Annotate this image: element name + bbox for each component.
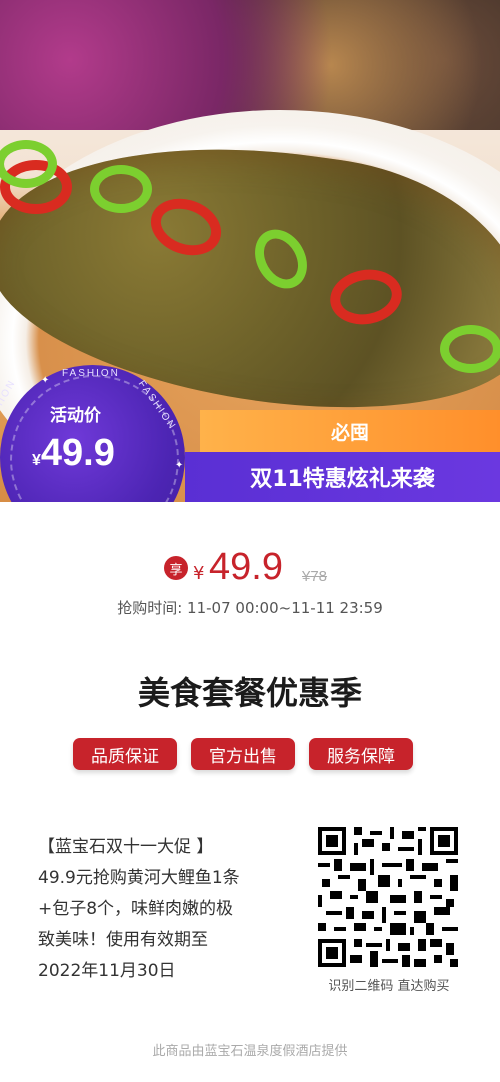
description-line: 49.9元抢购黄河大鲤鱼1条 (38, 868, 240, 888)
qr-caption: 识别二维码 直达购买 (328, 979, 450, 994)
product-description: 【蓝宝石双十一大促 】 49.9元抢购黄河大鲤鱼1条 +包子8个，味鲜肉嫩的极 … (38, 832, 288, 987)
badge-price-value: 49.9 (40, 432, 115, 474)
sale-time: 抢购时间: 11-07 00:00~11-11 23:59 (117, 599, 383, 617)
promo-banner-main: 双11特惠炫礼来袭 (185, 452, 500, 502)
qr-code[interactable] (318, 827, 458, 967)
green-pepper-ring (440, 325, 500, 373)
badge-label: 活动价 (50, 406, 101, 426)
sparkle-icon: ✦ (175, 460, 184, 471)
tag-service: 服务保障 (309, 738, 413, 770)
promo-banner-top-text: 必囤 (330, 421, 369, 444)
page-title: 美食套餐优惠季 (137, 674, 362, 712)
badge-currency: ¥ (32, 452, 41, 469)
tag-quality: 品质保证 (73, 738, 177, 770)
footer-provider: 此商品由蓝宝石温泉度假酒店提供 (152, 1044, 348, 1059)
tag-official: 官方出售 (191, 738, 295, 770)
qr-code-icon (318, 827, 458, 967)
share-price-icon: 享 (164, 556, 188, 580)
guarantee-tags: 品质保证 官方出售 服务保障 (0, 738, 500, 772)
hero-food-image: FASHION FASHION FASHION ✦ ✦ 活动价 ¥49.9 必囤… (0, 0, 500, 502)
description-line: 致美味！使用有效期至 (38, 930, 208, 950)
price-currency: ¥ (193, 563, 205, 584)
description-line: 【蓝宝石双十一大促 】 (38, 837, 214, 857)
original-price: ¥78 (302, 568, 328, 585)
sparkle-icon: ✦ (41, 375, 50, 386)
green-pepper-ring (90, 165, 152, 213)
poster: FASHION FASHION FASHION ✦ ✦ 活动价 ¥49.9 必囤… (0, 0, 500, 1082)
promo-banner-top: 必囤 (200, 410, 500, 452)
badge-ring-word: FASHION (62, 368, 120, 379)
description-line: +包子8个，味鲜肉嫩的极 (38, 899, 234, 919)
current-price: 49.9 (209, 546, 283, 588)
badge-price: ¥49.9 (32, 432, 115, 475)
description-line: 2022年11月30日 (38, 961, 176, 981)
